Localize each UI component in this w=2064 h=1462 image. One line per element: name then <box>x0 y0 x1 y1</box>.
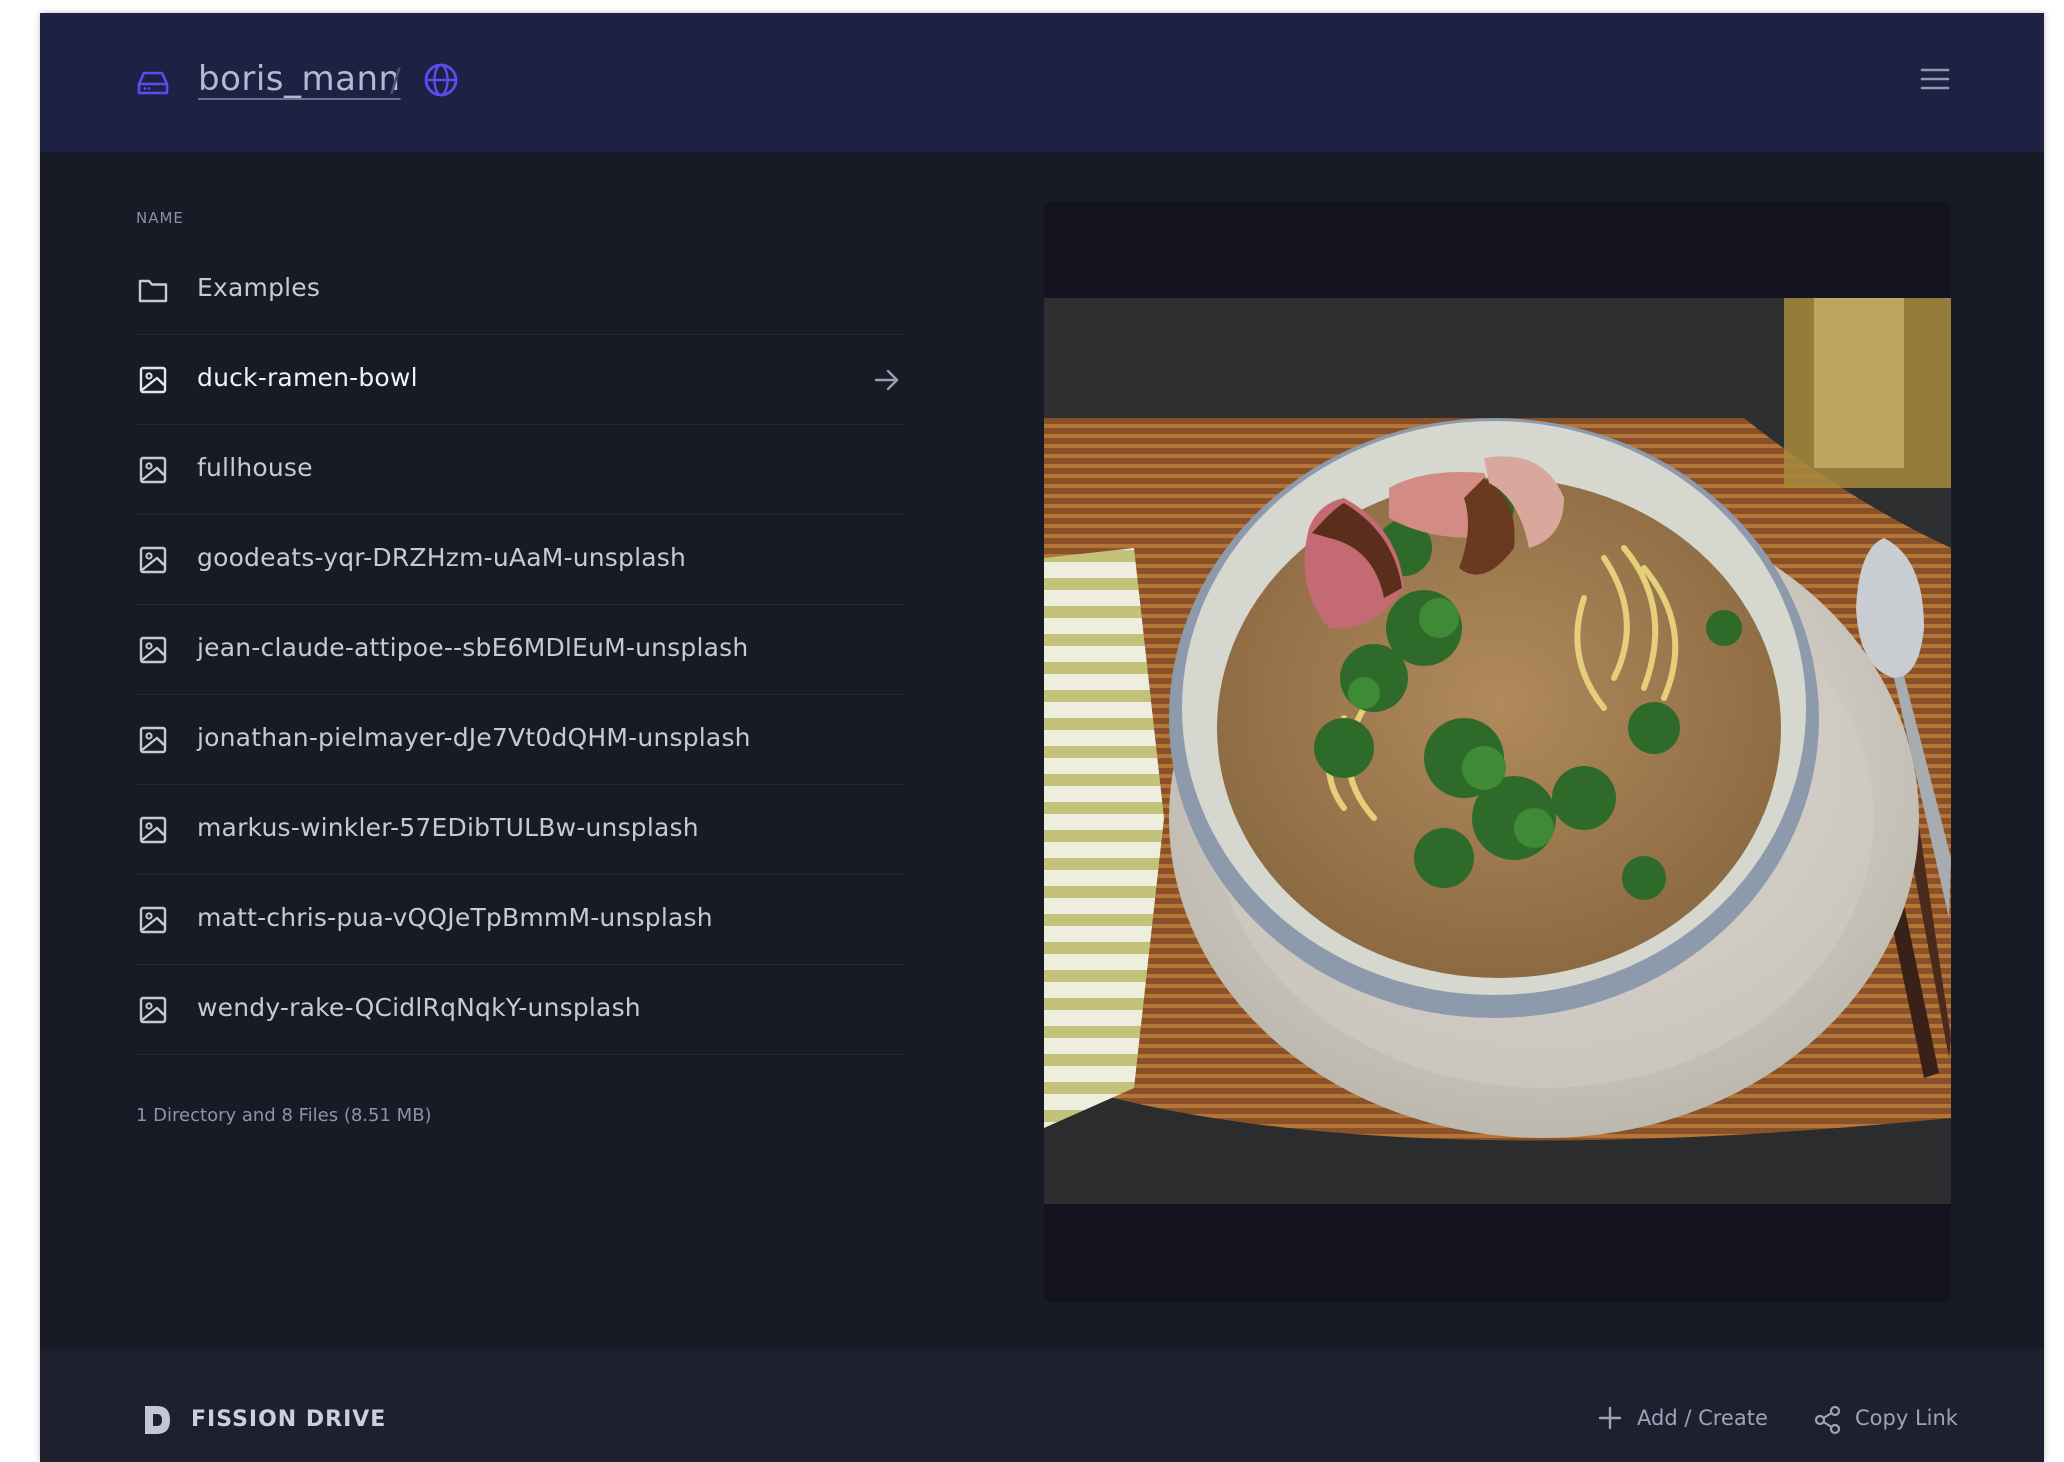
image-file-icon <box>139 906 167 934</box>
file-row[interactable]: jonathan-pielmayer-dJe7Vt0dQHM-unsplash <box>136 695 904 785</box>
hamburger-menu-icon[interactable] <box>1920 66 1950 92</box>
file-name: Examples <box>197 273 321 302</box>
file-name: jonathan-pielmayer-dJe7Vt0dQHM-unsplash <box>197 723 751 752</box>
file-row[interactable]: jean-claude-attipoe--sbE6MDlEuM-unsplash <box>136 605 904 695</box>
breadcrumb-username[interactable]: boris_mann <box>198 59 401 99</box>
arrow-right-icon[interactable] <box>873 367 901 393</box>
file-name: duck-ramen-bowl <box>197 363 418 392</box>
image-file-icon <box>139 816 167 844</box>
folder-icon <box>138 279 168 303</box>
globe-icon[interactable] <box>421 60 461 100</box>
image-file-icon <box>139 456 167 484</box>
image-file-icon <box>139 366 167 394</box>
column-header-name: NAME <box>136 209 184 227</box>
file-name: jean-claude-attipoe--sbE6MDlEuM-unsplash <box>197 633 749 662</box>
file-name: matt-chris-pua-vQQJeTpBmmM-unsplash <box>197 903 713 932</box>
add-create-button[interactable]: Add / Create <box>1597 1403 1768 1435</box>
file-row-folder[interactable]: Examples <box>136 245 904 335</box>
plus-icon <box>1598 1406 1622 1430</box>
image-file-icon <box>139 546 167 574</box>
ramen-bowl-photo <box>1044 298 1951 1204</box>
copy-link-label: Copy Link <box>1855 1406 1958 1430</box>
bottom-bar: FISSION DRIVE Add / Create Copy Link <box>40 1349 2044 1462</box>
file-name: wendy-rake-QCidlRqNqkY-unsplash <box>197 993 641 1022</box>
brand-name: FISSION DRIVE <box>191 1407 387 1432</box>
file-row[interactable]: goodeats-yqr-DRZHzm-uAaM-unsplash <box>136 515 904 605</box>
image-file-icon <box>139 996 167 1024</box>
file-row[interactable]: fullhouse <box>136 425 904 515</box>
image-preview-panel <box>1044 202 1951 1302</box>
file-name: goodeats-yqr-DRZHzm-uAaM-unsplash <box>197 543 687 572</box>
hard-drive-icon[interactable] <box>136 68 170 98</box>
file-row[interactable]: markus-winkler-57EDibTULBw-unsplash <box>136 785 904 875</box>
breadcrumb-separator: / <box>390 61 401 99</box>
image-file-icon <box>139 726 167 754</box>
copy-link-button[interactable]: Copy Link <box>1813 1403 1963 1435</box>
share-icon <box>1814 1405 1841 1435</box>
file-row-selected[interactable]: duck-ramen-bowl <box>136 335 904 425</box>
fission-logo-icon <box>145 1406 170 1434</box>
file-row[interactable]: wendy-rake-QCidlRqNqkY-unsplash <box>136 965 904 1055</box>
file-name: markus-winkler-57EDibTULBw-unsplash <box>197 813 699 842</box>
top-bar: boris_mann / <box>40 13 2044 152</box>
image-file-icon <box>139 636 167 664</box>
file-name: fullhouse <box>197 453 313 482</box>
add-create-label: Add / Create <box>1637 1406 1768 1430</box>
file-row[interactable]: matt-chris-pua-vQQJeTpBmmM-unsplash <box>136 875 904 965</box>
app-window: boris_mann / NAME Examples duck-ramen-bo… <box>40 13 2044 1462</box>
directory-summary: 1 Directory and 8 Files (8.51 MB) <box>136 1105 432 1126</box>
